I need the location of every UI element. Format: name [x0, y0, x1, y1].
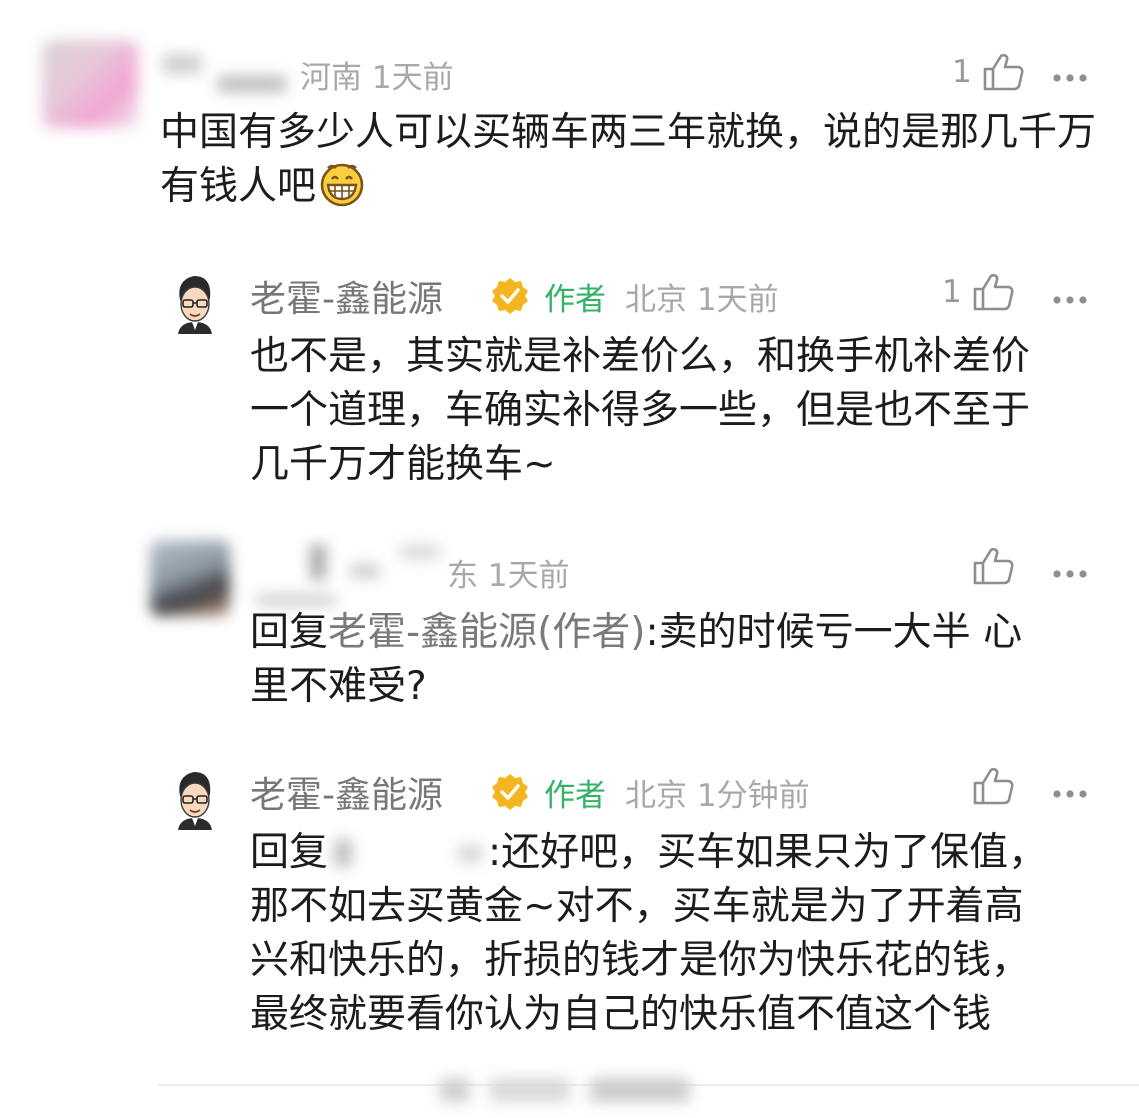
reply-location-time: 东 1天前 [447, 558, 570, 594]
reply-text-line: :卖的时候亏一大半 心 [645, 610, 1023, 655]
like-button[interactable]: 1 [952, 52, 1028, 92]
thumbs-up-icon [972, 272, 1014, 316]
footer-blurred-content [430, 1070, 710, 1110]
more-dots-icon[interactable] [1052, 290, 1088, 309]
like-count: 1 [952, 54, 972, 90]
reply-text-line: 最终就要看你认为自己的快乐值不值这个钱 [250, 992, 992, 1037]
reply-text-line: 几千万才能换车~ [250, 442, 556, 487]
avatar[interactable] [42, 40, 138, 128]
author-tag: 作者 [544, 778, 606, 814]
verified-badge-icon [490, 276, 530, 320]
reply-location-time: 北京 1天前 [625, 282, 779, 318]
reply-text-line: 也不是，其实就是补差价么，和换手机补差价 [250, 334, 1031, 379]
reply-prefix: 回复 [250, 610, 329, 655]
username[interactable] [162, 48, 292, 92]
reply-target-name[interactable] [328, 835, 488, 871]
username[interactable] [250, 540, 450, 610]
reply-target-name[interactable]: 老霍-鑫能源(作者) [328, 610, 646, 655]
more-dots-icon[interactable] [1052, 564, 1088, 583]
more-dots-icon[interactable] [1052, 68, 1088, 87]
avatar[interactable] [150, 540, 230, 616]
reply-text: 回复 :还好吧，买车如果只为了保值， 那不如去买黄金~对不，买车就是为了开着高 兴… [250, 826, 1130, 1042]
reply-text-line: 里不难受? [250, 664, 427, 709]
reply-prefix: 回复 [250, 830, 329, 875]
comment-location-time: 河南 1天前 [300, 60, 454, 96]
thumbs-up-icon [972, 546, 1014, 590]
more-dots-icon[interactable] [1052, 784, 1088, 803]
author-name[interactable]: 老霍-鑫能源 [250, 766, 443, 818]
comment-text: 中国有多少人可以买辆车两三年就换，说的是那几千万有钱人吧 [160, 106, 1100, 222]
like-button[interactable]: 1 [942, 272, 1018, 312]
reply-location-time: 北京 1分钟前 [625, 778, 810, 814]
reply-text-line: 兴和快乐的，折损的钱才是你为快乐花的钱， [250, 938, 1031, 983]
reply-text-line: 一个道理，车确实补得多一些，但是也不至于 [250, 388, 1031, 433]
like-button[interactable] [972, 766, 1016, 806]
reply-text: 回复老霍-鑫能源(作者):卖的时候亏一大半 心 里不难受? [250, 606, 1120, 714]
author-tag: 作者 [544, 282, 606, 318]
author-name[interactable]: 老霍-鑫能源 [250, 270, 443, 322]
like-button[interactable] [972, 546, 1016, 586]
reply-text-line: :还好吧，买车如果只为了保值， [488, 830, 1048, 875]
author-avatar[interactable] [170, 270, 220, 334]
reply-text-line: 那不如去买黄金~对不，买车就是为了开着高 [250, 884, 1024, 929]
reply-text: 也不是，其实就是补差价么，和换手机补差价 一个道理，车确实补得多一些，但是也不至… [250, 330, 1120, 492]
like-count: 1 [942, 274, 962, 310]
thumbs-up-icon [982, 52, 1024, 96]
grinning-emoji-icon [318, 161, 366, 222]
verified-badge-icon [490, 772, 530, 816]
thumbs-up-icon [972, 766, 1014, 810]
author-avatar[interactable] [170, 766, 220, 830]
